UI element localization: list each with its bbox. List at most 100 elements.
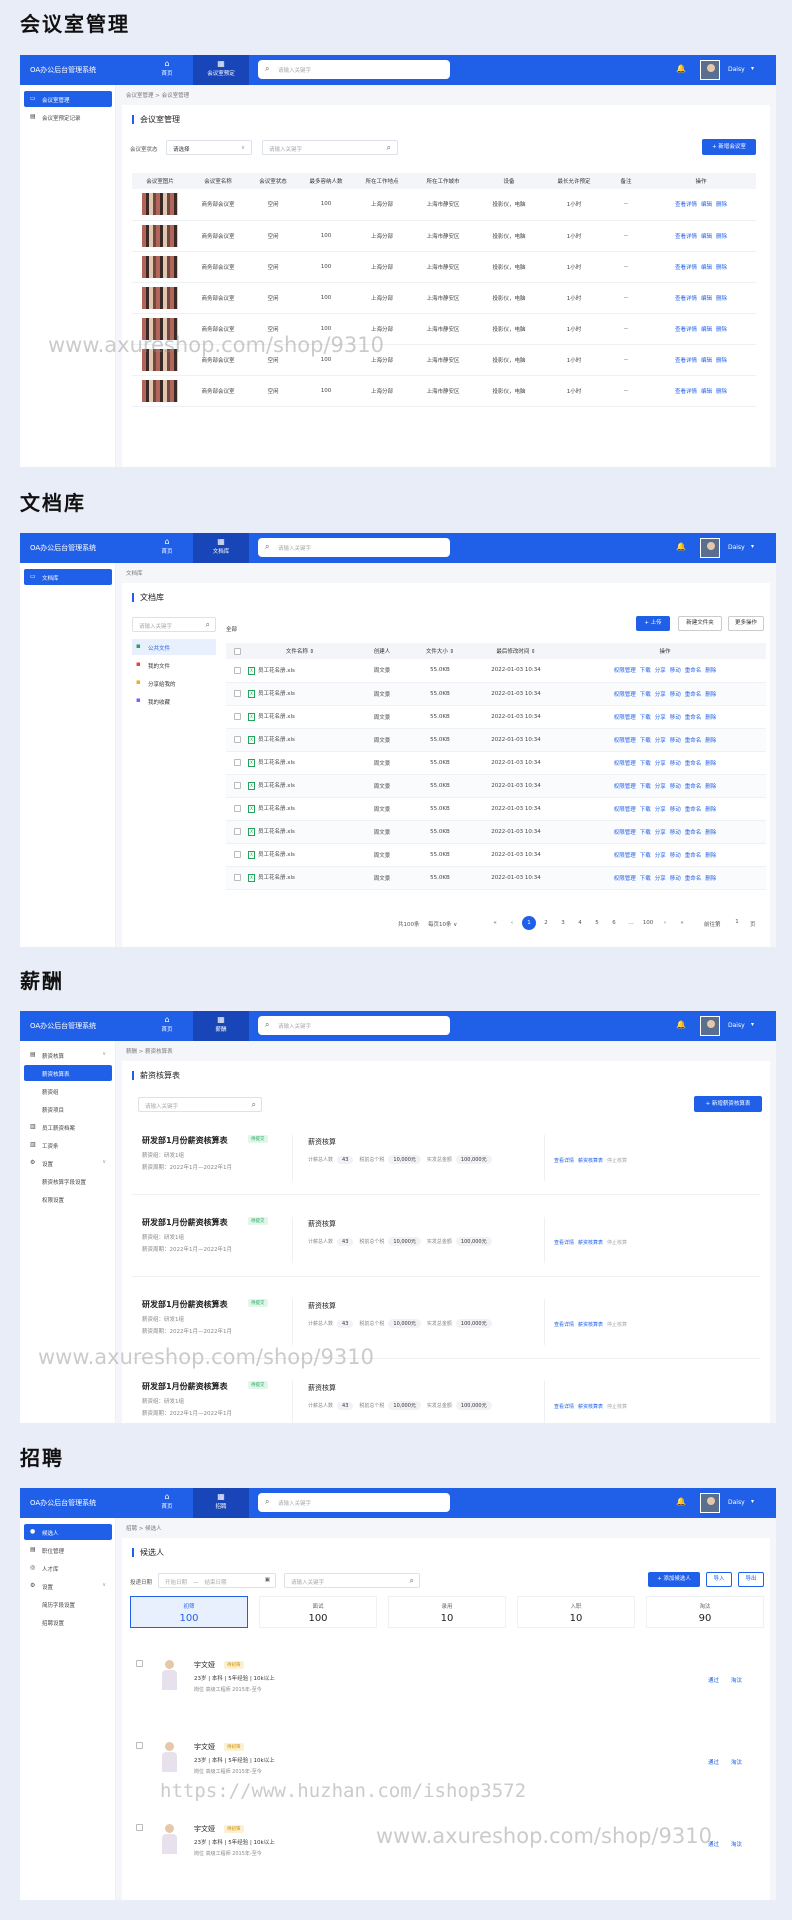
sidebar-item[interactable]: ▤ 薪资核算 ∨ [24,1047,112,1063]
rename-link[interactable]: 重命名 [685,876,702,882]
rename-link[interactable]: 重命名 [685,761,702,767]
bell-icon[interactable]: 🔔 [676,64,686,73]
nav-meeting[interactable]: ▦ 会议室预定 [193,55,249,85]
view-details-link[interactable]: 查看详情 [675,234,697,240]
sidebar-item-meeting-room[interactable]: ▭ 会议室管理 [24,91,112,107]
share-link[interactable]: 分享 [655,853,666,859]
file-name[interactable]: 员工花名册.xls [258,760,295,766]
sidebar-item[interactable]: 招聘设置 [24,1614,112,1630]
row-checkbox[interactable] [233,759,241,766]
new-folder-button[interactable]: 新建文件夹 [678,616,722,631]
file-name[interactable]: 员工花名册.xls [258,806,295,812]
salary-sheet-link[interactable]: 薪资核算表 [578,1240,603,1246]
tree-item-shared-with-me[interactable]: ▪ 分享给我的 [132,675,216,691]
salary-search-input[interactable]: 请输入关键字 ⌕ [138,1097,262,1112]
user-name[interactable]: Daisy [728,1499,745,1506]
share-link[interactable]: 分享 [655,807,666,813]
tree-item-favorites[interactable]: ▪ 我的收藏 [132,693,216,709]
row-checkbox[interactable] [233,828,241,835]
file-name[interactable]: 员工花名册.xls [258,714,295,720]
move-link[interactable]: 移动 [670,715,681,721]
delete-link[interactable]: 删除 [716,389,727,395]
import-button[interactable]: 导入 [706,1572,732,1587]
download-link[interactable]: 下载 [640,853,651,859]
nav-home[interactable]: ⌂ 首页 [143,1488,191,1518]
delete-link[interactable]: 删除 [705,807,716,813]
permission-link[interactable]: 权限管理 [614,668,636,674]
view-details-link[interactable]: 查看详情 [675,327,697,333]
global-search-input[interactable]: ⌕ 请输入关键字 [258,1493,450,1512]
edit-link[interactable]: 编辑 [701,202,712,208]
permission-link[interactable]: 权限管理 [614,715,636,721]
page-button[interactable]: 2 [539,916,553,930]
page-button[interactable]: … [624,916,638,930]
global-search-input[interactable]: ⌕ 请输入关键字 [258,60,450,79]
delete-link[interactable]: 删除 [716,202,727,208]
chevron-down-icon[interactable]: ▾ [751,543,754,550]
candidate-checkbox[interactable] [136,1660,143,1667]
pager-per-page-select[interactable]: 每页10条 ∨ [428,920,457,928]
file-name[interactable]: 员工花名册.xls [258,691,295,697]
move-link[interactable]: 移动 [670,807,681,813]
reject-link[interactable]: 淘汰 [731,1842,742,1848]
stat-tab[interactable]: 初筛 100 [130,1596,248,1628]
download-link[interactable]: 下载 [640,668,651,674]
avatar[interactable] [700,60,720,80]
download-link[interactable]: 下载 [640,715,651,721]
tree-item-my-files[interactable]: ▪ 我的文件 [132,657,216,673]
file-name[interactable]: 员工花名册.xls [258,737,295,743]
sidebar-item[interactable]: ▤ 职位管理 [24,1542,112,1558]
delete-link[interactable]: 删除 [716,358,727,364]
reject-link[interactable]: 淘汰 [731,1678,742,1684]
avatar[interactable] [700,538,720,558]
share-link[interactable]: 分享 [655,876,666,882]
page-button[interactable]: 6 [607,916,621,930]
share-link[interactable]: 分享 [655,692,666,698]
permission-link[interactable]: 权限管理 [614,738,636,744]
stop-calculation-link[interactable]: 停止核算 [607,1240,627,1246]
stop-calculation-link[interactable]: 停止核算 [607,1322,627,1328]
sidebar-item[interactable]: 简历字段设置 [24,1596,112,1612]
move-link[interactable]: 移动 [670,692,681,698]
tree-item-public-files[interactable]: ▪ 公共文件 [132,639,216,655]
page-button[interactable]: 4 [573,916,587,930]
rename-link[interactable]: 重命名 [685,830,702,836]
page-button[interactable]: 3 [556,916,570,930]
page-button[interactable]: ‹ [505,916,519,930]
nav-recruit[interactable]: ▦ 招聘 [193,1488,249,1518]
sidebar-item[interactable]: 薪资组 [24,1083,112,1099]
add-salary-sheet-button[interactable]: + 新增薪资核算表 [694,1096,762,1112]
reject-link[interactable]: 淘汰 [731,1760,742,1766]
download-link[interactable]: 下载 [640,738,651,744]
sidebar-item[interactable]: ▥ 员工薪资档案 [24,1119,112,1135]
permission-link[interactable]: 权限管理 [614,692,636,698]
delete-link[interactable]: 删除 [705,692,716,698]
file-name[interactable]: 员工花名册.xls [258,875,295,881]
nav-home[interactable]: ⌂ 首页 [143,533,191,563]
user-name[interactable]: Daisy [728,66,745,73]
candidate-search-input[interactable]: 请输入关键字 ⌕ [284,1573,420,1588]
status-select[interactable]: 请选择 ∨ [166,140,252,155]
pass-link[interactable]: 通过 [708,1678,719,1684]
download-link[interactable]: 下载 [640,761,651,767]
sidebar-item-docs[interactable]: ▭ 文档库 [24,569,112,585]
move-link[interactable]: 移动 [670,738,681,744]
view-details-link[interactable]: 查看详情 [675,265,697,271]
page-button[interactable]: › [658,916,672,930]
edit-link[interactable]: 编辑 [701,265,712,271]
permission-link[interactable]: 权限管理 [614,807,636,813]
stop-calculation-link[interactable]: 停止核算 [607,1404,627,1410]
stat-tab[interactable]: 淘汰 90 [646,1596,764,1628]
view-details-link[interactable]: 查看详情 [675,296,697,302]
stat-tab[interactable]: 面试 100 [259,1596,377,1628]
row-checkbox[interactable] [233,666,241,674]
sidebar-item[interactable]: ▥ 工资条 [24,1137,112,1153]
delete-link[interactable]: 删除 [705,715,716,721]
sidebar-item[interactable]: ● 候选人 [24,1524,112,1540]
delete-link[interactable]: 删除 [705,738,716,744]
delete-link[interactable]: 删除 [716,265,727,271]
move-link[interactable]: 移动 [670,784,681,790]
share-link[interactable]: 分享 [655,784,666,790]
edit-link[interactable]: 编辑 [701,296,712,302]
date-range-input[interactable]: 开始日期 — 结束日期 ▣ [158,1573,276,1588]
